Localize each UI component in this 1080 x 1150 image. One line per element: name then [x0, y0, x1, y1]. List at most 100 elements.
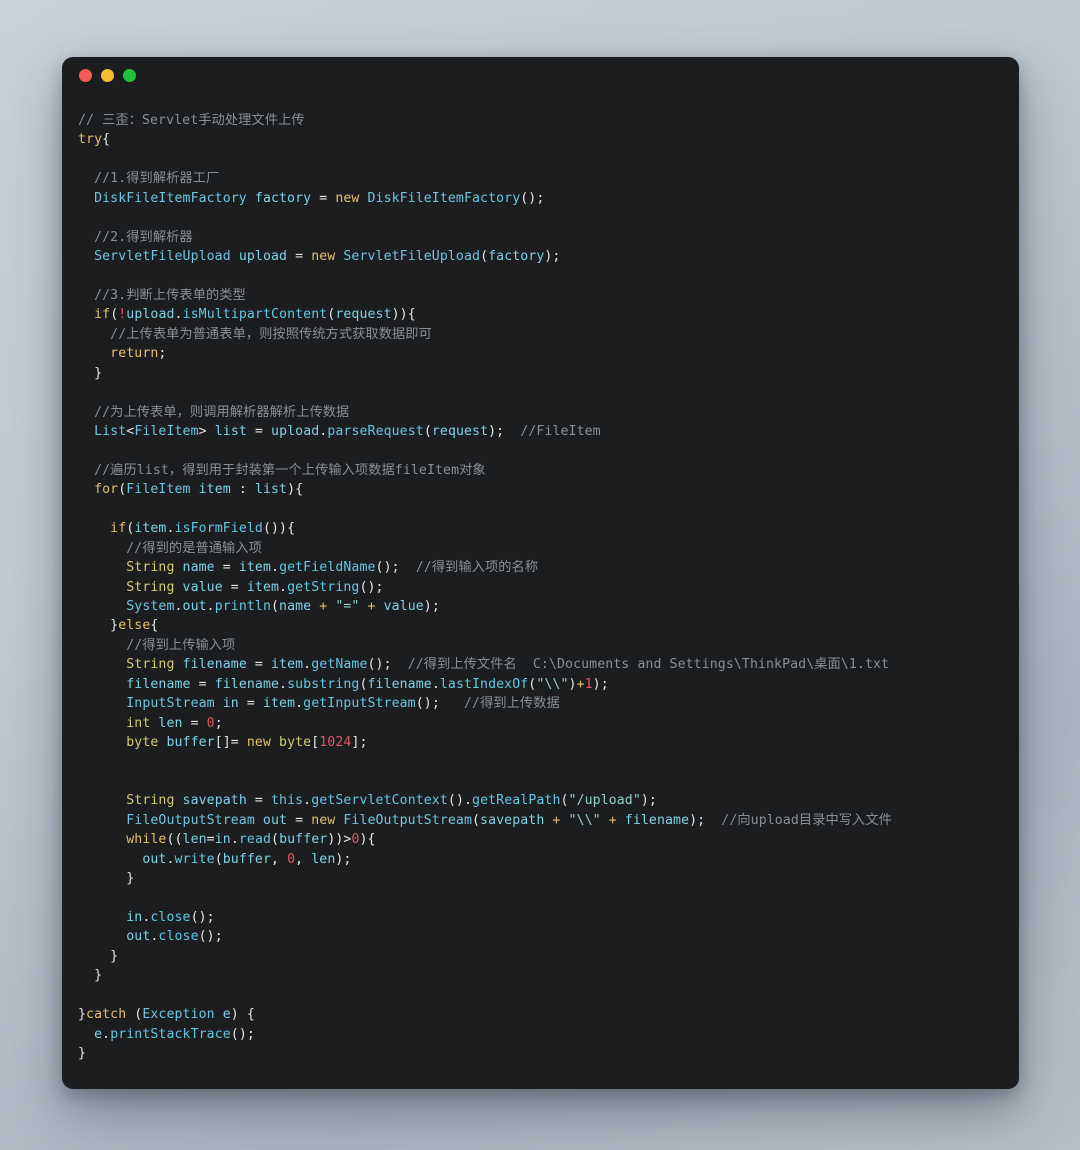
code-line: DiskFileItemFactory factory = new DiskFi… — [78, 189, 995, 208]
code-token: ))> — [327, 832, 352, 848]
code-token: 1024 — [319, 735, 352, 750]
code-token: 0 — [206, 715, 215, 731]
code-token: getServletContext — [311, 793, 448, 809]
code-token: { — [150, 618, 159, 634]
code-token: . — [431, 676, 440, 692]
code-line: //遍历list，得到用于封装第一个上传输入项数据fileItem对象 — [78, 461, 995, 480]
code-token: = — [295, 812, 312, 828]
code-token: item — [238, 560, 272, 576]
code-token: (); — [520, 190, 545, 206]
code-token: } — [110, 618, 119, 634]
code-token: = — [222, 560, 239, 576]
code-token: in — [214, 696, 247, 712]
code-token: //得到的是普通输入项 — [126, 540, 262, 556]
code-token: buffer — [222, 851, 271, 867]
code-token: //得到上传输入项 — [126, 637, 236, 653]
code-line: List<FileItem> list = upload.parseReques… — [78, 422, 995, 441]
code-token: ; — [214, 715, 223, 731]
code-token: request — [431, 424, 489, 439]
code-token: out — [182, 598, 207, 614]
code-line: String value = item.getString(); — [78, 578, 995, 597]
code-token: printStackTrace — [110, 1026, 231, 1042]
code-token: . — [206, 598, 215, 614]
maximize-button[interactable] — [123, 68, 136, 82]
code-line: }catch (Exception e) { — [78, 1005, 995, 1024]
code-token: . — [303, 793, 312, 809]
code-token: = — [246, 696, 263, 712]
code-token: "\\" — [568, 812, 601, 828]
code-token: //上传表单为普通表单，则按照传统方式获取数据即可 — [110, 326, 432, 342]
code-token: } — [94, 968, 103, 984]
code-token: savepath — [480, 812, 553, 828]
code-token: len — [311, 851, 336, 867]
code-token: out — [126, 929, 151, 945]
code-token: () — [447, 793, 464, 809]
code-line: filename = filename.substring(filename.l… — [78, 675, 995, 694]
code-token: item — [262, 696, 296, 712]
code-editor-content[interactable]: // 三歪：Servlet手动处理文件上传 try{ //1.得到解析器工厂 Di… — [62, 93, 1019, 1083]
code-token: new — [311, 249, 344, 265]
code-token: . — [303, 657, 312, 673]
code-token: . — [174, 598, 183, 614]
code-token: + — [576, 676, 585, 692]
code-token: //得到输入项的名称 — [415, 560, 539, 576]
code-token: String — [126, 793, 175, 809]
code-token: . — [279, 676, 288, 692]
code-token: . — [279, 579, 288, 595]
code-line: if(!upload.isMultipartContent(request)){ — [78, 305, 995, 324]
code-token: . — [230, 832, 239, 848]
code-token: new — [246, 735, 280, 750]
code-token: String — [126, 560, 175, 576]
minimize-button[interactable] — [101, 68, 114, 82]
code-token: int — [126, 715, 151, 731]
code-token: List — [94, 424, 127, 439]
code-token: . — [295, 696, 304, 712]
code-token: { — [102, 132, 111, 148]
code-token: = — [198, 676, 215, 692]
code-token: savepath — [174, 793, 255, 809]
code-line: out.write(buffer, 0, len); — [78, 850, 995, 869]
code-token: FileItem — [126, 482, 191, 498]
code-token: println — [214, 598, 271, 614]
code-token: = — [190, 715, 207, 731]
code-line: ServletFileUpload upload = new ServletFi… — [78, 247, 995, 266]
code-token: getName — [311, 657, 368, 673]
code-token: (); — [198, 929, 223, 945]
code-token: ); — [689, 812, 722, 828]
code-window: // 三歪：Servlet手动处理文件上传 try{ //1.得到解析器工厂 Di… — [62, 57, 1019, 1089]
code-token: getRealPath — [472, 793, 561, 809]
code-token: ( — [126, 1007, 143, 1023]
code-line: String savepath = this.getServletContext… — [78, 791, 995, 810]
code-token: upload — [126, 307, 175, 323]
code-token: new — [311, 812, 344, 828]
close-button[interactable] — [79, 68, 92, 82]
code-token: buffer — [279, 832, 328, 848]
code-line: InputStream in = item.getInputStream(); … — [78, 694, 995, 713]
code-token: // 三歪：Servlet手动处理文件上传 — [78, 113, 305, 128]
code-token: factory — [246, 190, 320, 206]
code-token: } — [94, 365, 103, 381]
code-token: FileOutputStream — [343, 812, 472, 828]
code-token: ; — [158, 346, 167, 362]
code-token: upload — [271, 424, 320, 439]
code-token: ); — [488, 424, 521, 439]
code-token: . — [271, 560, 280, 576]
code-token: (); — [190, 909, 215, 925]
code-token: catch — [86, 1007, 127, 1023]
code-token: . — [464, 793, 473, 809]
code-token: = — [254, 424, 272, 439]
code-token: ( — [271, 598, 280, 614]
code-token: ( — [423, 424, 432, 439]
code-token: //2.得到解析器 — [94, 229, 193, 245]
code-line: //得到上传输入项 — [78, 636, 995, 655]
code-token: try — [78, 132, 103, 148]
code-token: = — [254, 657, 271, 673]
code-token: list — [214, 424, 255, 439]
code-token: ); — [592, 676, 609, 692]
code-token: isFormField — [174, 521, 263, 537]
